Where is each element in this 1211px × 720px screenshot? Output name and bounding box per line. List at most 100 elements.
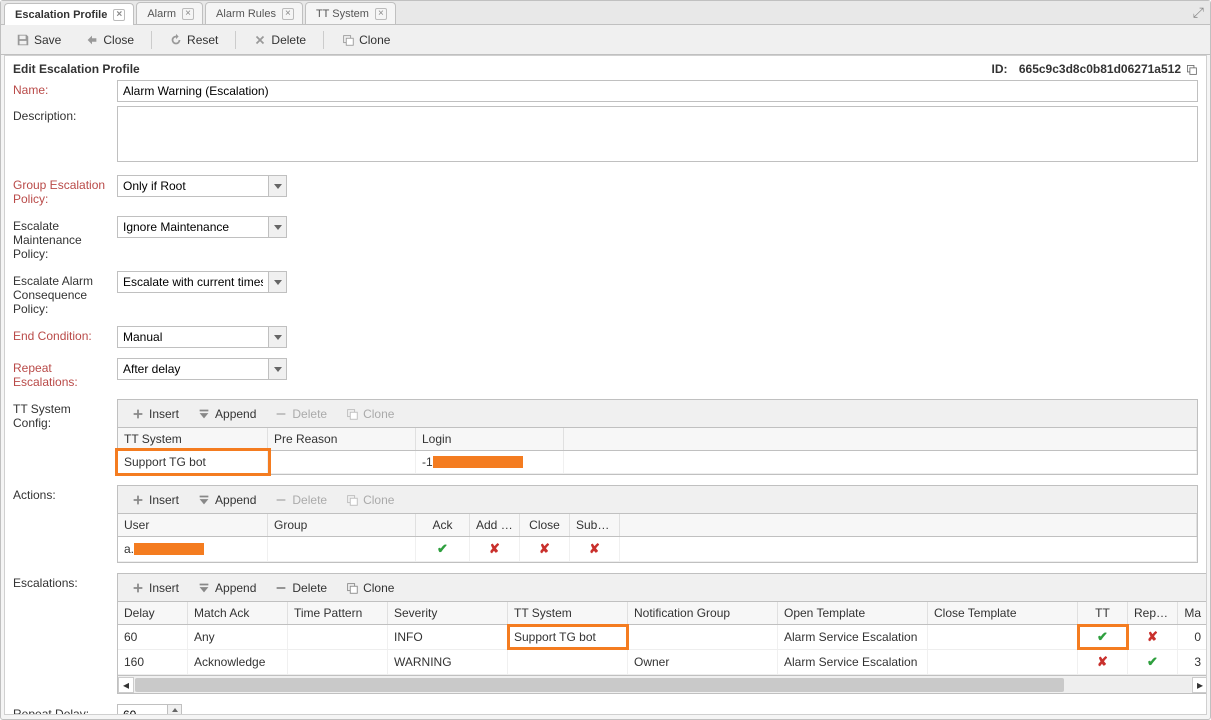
chevron-down-icon[interactable] <box>268 327 286 347</box>
cell-ack[interactable]: ✔ <box>416 537 470 561</box>
name-input[interactable] <box>117 80 1198 102</box>
grid-delete-button[interactable]: Delete <box>267 490 334 510</box>
cell-open-template[interactable]: Alarm Service Escalation <box>778 650 928 674</box>
col-user[interactable]: User <box>118 514 268 536</box>
table-row[interactable]: Support TG bot -1 <box>118 451 1197 474</box>
scroll-track[interactable] <box>135 678 1191 692</box>
cell-tt[interactable]: ✘ <box>1078 650 1128 674</box>
col-close-template[interactable]: Close Template <box>928 602 1078 624</box>
cell-repeat[interactable]: ✔ <box>1128 650 1178 674</box>
cell-tt-system[interactable]: Support TG bot <box>118 451 268 473</box>
repeat-escalations-input[interactable] <box>118 359 268 379</box>
col-notification-group[interactable]: Notification Group <box>628 602 778 624</box>
reset-button[interactable]: Reset <box>160 29 227 51</box>
append-button[interactable]: Append <box>190 404 263 424</box>
append-button[interactable]: Append <box>190 490 263 510</box>
cell-tt-system[interactable]: Support TG bot <box>508 625 628 649</box>
cell-time-pattern[interactable] <box>288 650 388 674</box>
chevron-down-icon[interactable] <box>268 217 286 237</box>
tab-alarm[interactable]: Alarm × <box>136 2 203 24</box>
tab-tt-system[interactable]: TT System × <box>305 2 396 24</box>
cell-delay[interactable]: 160 <box>118 650 188 674</box>
repeat-escalations-combo[interactable] <box>117 358 287 380</box>
scroll-right-button[interactable]: ▸ <box>1192 677 1207 693</box>
col-tt-system[interactable]: TT System <box>508 602 628 624</box>
col-tt-system[interactable]: TT System <box>118 428 268 450</box>
col-close[interactable]: Close <box>520 514 570 536</box>
cell-user[interactable]: a. <box>118 537 268 561</box>
col-severity[interactable]: Severity <box>388 602 508 624</box>
cell-add-log[interactable]: ✘ <box>470 537 520 561</box>
cell-match-ack[interactable]: Any <box>188 625 288 649</box>
cell-match-ack[interactable]: Acknowledge <box>188 650 288 674</box>
maint-policy-input[interactable] <box>118 217 268 237</box>
col-ma[interactable]: Ma <box>1178 602 1207 624</box>
cell-time-pattern[interactable] <box>288 625 388 649</box>
cell-ma[interactable]: 3 <box>1178 650 1207 674</box>
cell-close[interactable]: ✘ <box>520 537 570 561</box>
cell-severity[interactable]: INFO <box>388 625 508 649</box>
delete-button[interactable]: Delete <box>244 29 315 51</box>
tab-alarm-rules[interactable]: Alarm Rules × <box>205 2 303 24</box>
cell-login[interactable]: -1 <box>416 451 564 473</box>
clone-button[interactable]: Clone <box>332 29 399 51</box>
cell-severity[interactable]: WARNING <box>388 650 508 674</box>
col-repeat[interactable]: Repeat <box>1128 602 1178 624</box>
close-icon[interactable]: × <box>113 9 125 21</box>
col-subs[interactable]: Subs... <box>570 514 620 536</box>
end-condition-input[interactable] <box>118 327 268 347</box>
spin-up-button[interactable] <box>168 705 181 715</box>
col-group[interactable]: Group <box>268 514 416 536</box>
col-open-template[interactable]: Open Template <box>778 602 928 624</box>
repeat-delay-input[interactable] <box>118 705 167 715</box>
grid-delete-button[interactable]: Delete <box>267 404 334 424</box>
table-row[interactable]: 60 Any INFO Support TG bot Alarm Service… <box>118 625 1207 650</box>
cell-delay[interactable]: 60 <box>118 625 188 649</box>
cell-pre-reason[interactable] <box>268 451 416 473</box>
scroll-thumb[interactable] <box>135 678 1064 692</box>
col-delay[interactable]: Delay <box>118 602 188 624</box>
description-input[interactable] <box>117 106 1198 162</box>
grid-clone-button[interactable]: Clone <box>338 578 401 598</box>
col-login[interactable]: Login <box>416 428 564 450</box>
cell-ma[interactable]: 0 <box>1178 625 1207 649</box>
cell-close-template[interactable] <box>928 650 1078 674</box>
cell-close-template[interactable] <box>928 625 1078 649</box>
cell-repeat[interactable]: ✘ <box>1128 625 1178 649</box>
cell-open-template[interactable]: Alarm Service Escalation <box>778 625 928 649</box>
grid-clone-button[interactable]: Clone <box>338 404 401 424</box>
close-icon[interactable]: × <box>375 8 387 20</box>
close-icon[interactable]: × <box>282 8 294 20</box>
chevron-down-icon[interactable] <box>268 359 286 379</box>
repeat-delay-spinner[interactable] <box>117 704 182 715</box>
group-policy-input[interactable] <box>118 176 268 196</box>
col-tt[interactable]: TT <box>1078 602 1128 624</box>
insert-button[interactable]: Insert <box>124 404 186 424</box>
conseq-policy-input[interactable] <box>118 272 268 292</box>
insert-button[interactable]: Insert <box>124 490 186 510</box>
insert-button[interactable]: Insert <box>124 578 186 598</box>
col-add-log[interactable]: Add log <box>470 514 520 536</box>
grid-delete-button[interactable]: Delete <box>267 578 334 598</box>
cell-group[interactable] <box>268 537 416 561</box>
chevron-down-icon[interactable] <box>268 272 286 292</box>
table-row[interactable]: a. ✔ ✘ ✘ ✘ <box>118 537 1197 562</box>
end-condition-combo[interactable] <box>117 326 287 348</box>
col-pre-reason[interactable]: Pre Reason <box>268 428 416 450</box>
chevron-down-icon[interactable] <box>268 176 286 196</box>
save-button[interactable]: Save <box>7 29 70 51</box>
cell-notification-group[interactable] <box>628 625 778 649</box>
table-row[interactable]: 160 Acknowledge WARNING Owner Alarm Serv… <box>118 650 1207 675</box>
horizontal-scrollbar[interactable]: ◂ ▸ <box>118 675 1207 693</box>
append-button[interactable]: Append <box>190 578 263 598</box>
maint-policy-combo[interactable] <box>117 216 287 238</box>
conseq-policy-combo[interactable] <box>117 271 287 293</box>
close-button[interactable]: Close <box>76 29 143 51</box>
close-icon[interactable]: × <box>182 8 194 20</box>
col-ack[interactable]: Ack <box>416 514 470 536</box>
col-match-ack[interactable]: Match Ack <box>188 602 288 624</box>
cell-tt-system[interactable] <box>508 650 628 674</box>
grid-clone-button[interactable]: Clone <box>338 490 401 510</box>
expand-icon[interactable]: ⤢ <box>1193 4 1204 21</box>
cell-tt[interactable]: ✔ <box>1078 625 1128 649</box>
